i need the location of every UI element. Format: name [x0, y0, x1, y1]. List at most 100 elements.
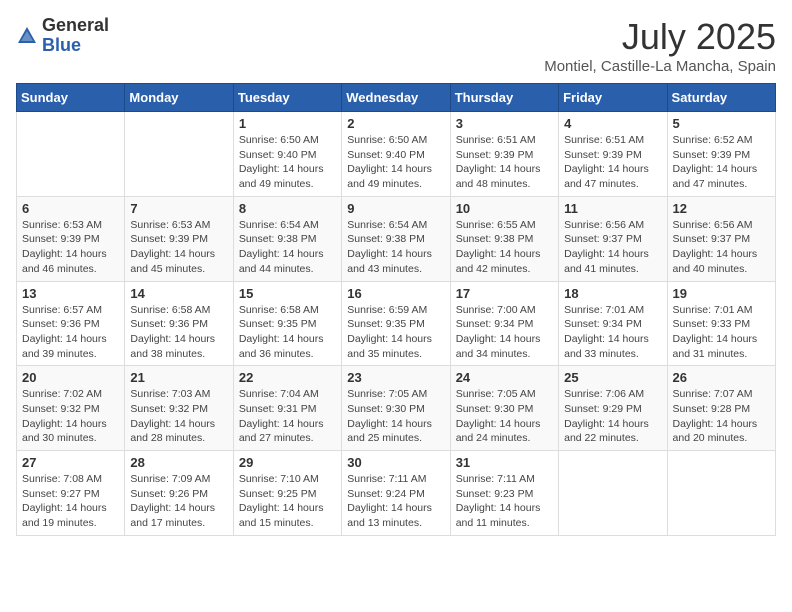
- page-header: General Blue July 2025 Montiel, Castille…: [16, 16, 776, 75]
- day-number: 16: [347, 286, 444, 301]
- calendar-cell: 24 Sunrise: 7:05 AM Sunset: 9:30 PM Dayli…: [450, 366, 558, 451]
- day-info: Sunrise: 6:59 AM Sunset: 9:35 PM Dayligh…: [347, 303, 444, 362]
- day-number: 2: [347, 116, 444, 131]
- calendar-cell: 30 Sunrise: 7:11 AM Sunset: 9:24 PM Dayli…: [342, 451, 450, 536]
- calendar-cell: 11 Sunrise: 6:56 AM Sunset: 9:37 PM Dayli…: [559, 196, 667, 281]
- day-number: 15: [239, 286, 336, 301]
- day-number: 4: [564, 116, 661, 131]
- calendar-cell: 2Sunrise: 6:50 AM Sunset: 9:40 PM Daylig…: [342, 112, 450, 197]
- day-of-week-header: Friday: [559, 84, 667, 112]
- day-info: Sunrise: 7:05 AM Sunset: 9:30 PM Dayligh…: [456, 387, 553, 446]
- day-of-week-header: Thursday: [450, 84, 558, 112]
- day-info: Sunrise: 6:57 AM Sunset: 9:36 PM Dayligh…: [22, 303, 119, 362]
- day-number: 7: [130, 201, 227, 216]
- calendar-cell: 15 Sunrise: 6:58 AM Sunset: 9:35 PM Dayli…: [233, 281, 341, 366]
- logo: General Blue: [16, 16, 109, 56]
- calendar-cell: 5 Sunrise: 6:52 AM Sunset: 9:39 PM Daylig…: [667, 112, 775, 197]
- day-number: 19: [673, 286, 770, 301]
- day-of-week-header: Saturday: [667, 84, 775, 112]
- day-info: Sunrise: 7:11 AM Sunset: 9:24 PM Dayligh…: [347, 472, 444, 531]
- calendar-cell: 8 Sunrise: 6:54 AM Sunset: 9:38 PM Daylig…: [233, 196, 341, 281]
- day-number: 3: [456, 116, 553, 131]
- day-number: 10: [456, 201, 553, 216]
- day-number: 18: [564, 286, 661, 301]
- title-block: July 2025 Montiel, Castille-La Mancha, S…: [544, 16, 776, 75]
- calendar-week-row: 1Sunrise: 6:50 AM Sunset: 9:40 PM Daylig…: [17, 112, 776, 197]
- day-info: Sunrise: 6:51 AM Sunset: 9:39 PM Dayligh…: [564, 133, 661, 192]
- calendar-cell: 31 Sunrise: 7:11 AM Sunset: 9:23 PM Dayli…: [450, 451, 558, 536]
- day-info: Sunrise: 7:09 AM Sunset: 9:26 PM Dayligh…: [130, 472, 227, 531]
- day-number: 30: [347, 455, 444, 470]
- day-number: 1: [239, 116, 336, 131]
- day-number: 14: [130, 286, 227, 301]
- day-number: 23: [347, 370, 444, 385]
- day-info: Sunrise: 7:01 AM Sunset: 9:33 PM Dayligh…: [673, 303, 770, 362]
- day-info: Sunrise: 6:56 AM Sunset: 9:37 PM Dayligh…: [673, 218, 770, 277]
- calendar-cell: 20 Sunrise: 7:02 AM Sunset: 9:32 PM Dayli…: [17, 366, 125, 451]
- day-info: Sunrise: 7:05 AM Sunset: 9:30 PM Dayligh…: [347, 387, 444, 446]
- calendar-cell: [17, 112, 125, 197]
- day-number: 29: [239, 455, 336, 470]
- calendar-week-row: 27 Sunrise: 7:08 AM Sunset: 9:27 PM Dayli…: [17, 451, 776, 536]
- calendar-cell: 23 Sunrise: 7:05 AM Sunset: 9:30 PM Dayli…: [342, 366, 450, 451]
- day-info: Sunrise: 7:11 AM Sunset: 9:23 PM Dayligh…: [456, 472, 553, 531]
- day-info: Sunrise: 7:00 AM Sunset: 9:34 PM Dayligh…: [456, 303, 553, 362]
- day-info: Sunrise: 6:54 AM Sunset: 9:38 PM Dayligh…: [239, 218, 336, 277]
- calendar-cell: 28 Sunrise: 7:09 AM Sunset: 9:26 PM Dayli…: [125, 451, 233, 536]
- day-number: 5: [673, 116, 770, 131]
- day-info: Sunrise: 6:53 AM Sunset: 9:39 PM Dayligh…: [130, 218, 227, 277]
- day-info: Sunrise: 7:04 AM Sunset: 9:31 PM Dayligh…: [239, 387, 336, 446]
- calendar-week-row: 6Sunrise: 6:53 AM Sunset: 9:39 PM Daylig…: [17, 196, 776, 281]
- calendar-cell: 22 Sunrise: 7:04 AM Sunset: 9:31 PM Dayli…: [233, 366, 341, 451]
- day-number: 24: [456, 370, 553, 385]
- day-number: 17: [456, 286, 553, 301]
- calendar-header-row: SundayMondayTuesdayWednesdayThursdayFrid…: [17, 84, 776, 112]
- calendar-cell: 27 Sunrise: 7:08 AM Sunset: 9:27 PM Dayli…: [17, 451, 125, 536]
- calendar-cell: 19 Sunrise: 7:01 AM Sunset: 9:33 PM Dayli…: [667, 281, 775, 366]
- logo-general-text: General: [42, 15, 109, 35]
- calendar-cell: 10 Sunrise: 6:55 AM Sunset: 9:38 PM Dayli…: [450, 196, 558, 281]
- day-info: Sunrise: 7:02 AM Sunset: 9:32 PM Dayligh…: [22, 387, 119, 446]
- calendar-cell: 16 Sunrise: 6:59 AM Sunset: 9:35 PM Dayli…: [342, 281, 450, 366]
- day-number: 26: [673, 370, 770, 385]
- calendar-cell: 4 Sunrise: 6:51 AM Sunset: 9:39 PM Daylig…: [559, 112, 667, 197]
- calendar-cell: 1Sunrise: 6:50 AM Sunset: 9:40 PM Daylig…: [233, 112, 341, 197]
- day-info: Sunrise: 7:07 AM Sunset: 9:28 PM Dayligh…: [673, 387, 770, 446]
- calendar-cell: 13 Sunrise: 6:57 AM Sunset: 9:36 PM Dayli…: [17, 281, 125, 366]
- day-number: 22: [239, 370, 336, 385]
- day-info: Sunrise: 7:06 AM Sunset: 9:29 PM Dayligh…: [564, 387, 661, 446]
- logo-blue-text: Blue: [42, 35, 81, 55]
- day-number: 31: [456, 455, 553, 470]
- calendar-cell: 21Sunrise: 7:03 AM Sunset: 9:32 PM Dayli…: [125, 366, 233, 451]
- calendar-cell: 3Sunrise: 6:51 AM Sunset: 9:39 PM Daylig…: [450, 112, 558, 197]
- calendar-cell: 9Sunrise: 6:54 AM Sunset: 9:38 PM Daylig…: [342, 196, 450, 281]
- day-info: Sunrise: 7:08 AM Sunset: 9:27 PM Dayligh…: [22, 472, 119, 531]
- day-number: 20: [22, 370, 119, 385]
- day-info: Sunrise: 6:56 AM Sunset: 9:37 PM Dayligh…: [564, 218, 661, 277]
- day-info: Sunrise: 7:10 AM Sunset: 9:25 PM Dayligh…: [239, 472, 336, 531]
- calendar-cell: 18Sunrise: 7:01 AM Sunset: 9:34 PM Dayli…: [559, 281, 667, 366]
- day-of-week-header: Sunday: [17, 84, 125, 112]
- calendar-cell: 17 Sunrise: 7:00 AM Sunset: 9:34 PM Dayli…: [450, 281, 558, 366]
- day-number: 21: [130, 370, 227, 385]
- day-number: 8: [239, 201, 336, 216]
- day-number: 25: [564, 370, 661, 385]
- calendar-cell: 7 Sunrise: 6:53 AM Sunset: 9:39 PM Daylig…: [125, 196, 233, 281]
- calendar-table: SundayMondayTuesdayWednesdayThursdayFrid…: [16, 83, 776, 536]
- day-of-week-header: Wednesday: [342, 84, 450, 112]
- calendar-week-row: 20 Sunrise: 7:02 AM Sunset: 9:32 PM Dayli…: [17, 366, 776, 451]
- day-of-week-header: Monday: [125, 84, 233, 112]
- day-number: 28: [130, 455, 227, 470]
- day-number: 12: [673, 201, 770, 216]
- day-info: Sunrise: 6:52 AM Sunset: 9:39 PM Dayligh…: [673, 133, 770, 192]
- day-info: Sunrise: 6:58 AM Sunset: 9:35 PM Dayligh…: [239, 303, 336, 362]
- calendar-cell: [125, 112, 233, 197]
- location: Montiel, Castille-La Mancha, Spain: [544, 58, 776, 75]
- day-info: Sunrise: 6:55 AM Sunset: 9:38 PM Dayligh…: [456, 218, 553, 277]
- calendar-cell: [559, 451, 667, 536]
- day-info: Sunrise: 6:53 AM Sunset: 9:39 PM Dayligh…: [22, 218, 119, 277]
- day-number: 13: [22, 286, 119, 301]
- day-number: 11: [564, 201, 661, 216]
- day-of-week-header: Tuesday: [233, 84, 341, 112]
- day-number: 27: [22, 455, 119, 470]
